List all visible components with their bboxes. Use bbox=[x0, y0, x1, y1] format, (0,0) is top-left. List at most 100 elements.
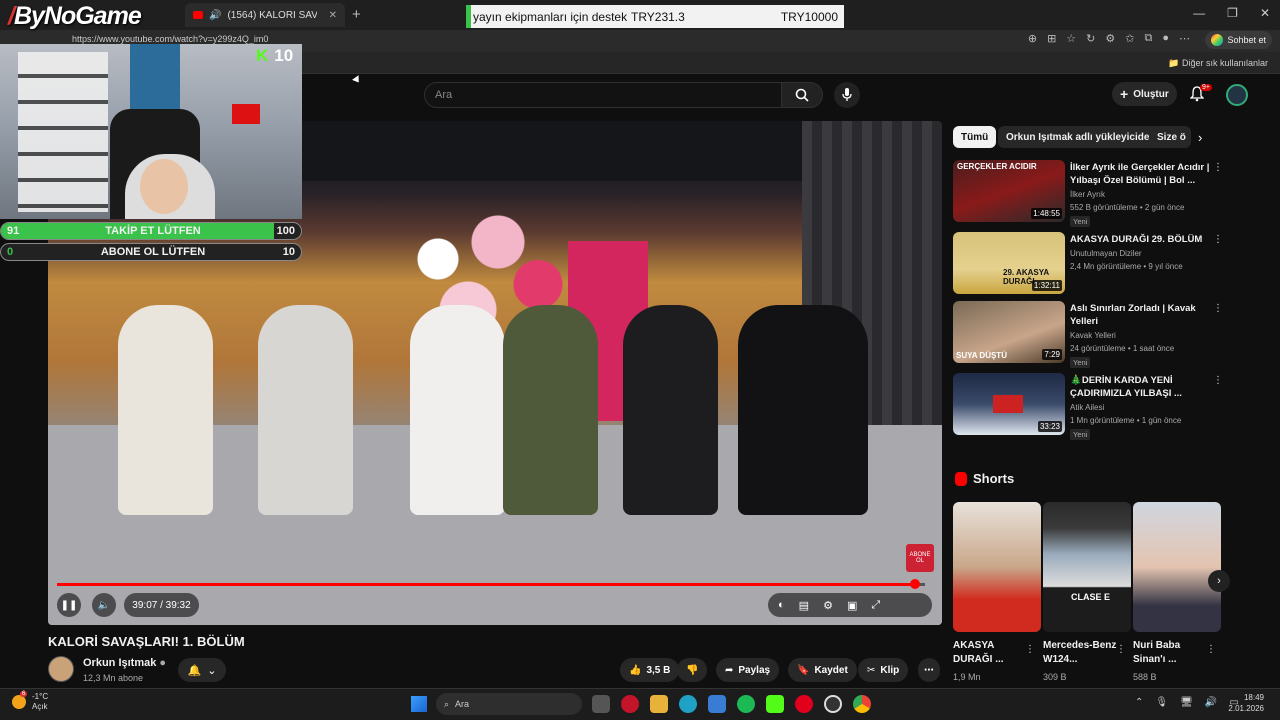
more-vert-icon[interactable]: ⋮ bbox=[1116, 644, 1126, 655]
translate-icon[interactable]: ⊕ bbox=[1028, 32, 1037, 45]
more-vert-icon[interactable]: ⋮ bbox=[1213, 375, 1223, 386]
save-button[interactable]: 🔖 Kaydet bbox=[788, 658, 857, 682]
windows-start-button[interactable] bbox=[411, 696, 427, 712]
minimize-icon[interactable]: — bbox=[1193, 6, 1205, 20]
extensions-icon[interactable]: ⚙ bbox=[1105, 32, 1115, 45]
chip-from-uploader[interactable]: Orkun Işıtmak adlı yükleyiciden bbox=[998, 126, 1164, 148]
new-tab-button[interactable]: + bbox=[352, 6, 361, 23]
more-vert-icon[interactable]: ⋮ bbox=[1213, 303, 1223, 314]
subscription-bell-button[interactable]: 🔔 ⌄ bbox=[178, 658, 226, 682]
search-button[interactable] bbox=[781, 82, 823, 108]
bynogame-logo: /ByNoGame bbox=[8, 2, 142, 31]
kick-app-icon[interactable] bbox=[766, 695, 784, 713]
edge-icon[interactable] bbox=[679, 695, 697, 713]
favorites-icon[interactable]: ✩ bbox=[1125, 32, 1134, 45]
duration-badge: 1:48:55 bbox=[1031, 208, 1062, 219]
more-vert-icon[interactable]: ⋮ bbox=[1213, 234, 1223, 245]
shorts-logo-icon bbox=[955, 471, 967, 486]
short-title[interactable]: Nuri Baba Sinan'ı ... bbox=[1133, 639, 1213, 667]
clip-button[interactable]: ✂ Klip bbox=[858, 658, 909, 682]
miniplayer-icon[interactable]: ▣ bbox=[847, 599, 857, 612]
short-thumbnail[interactable] bbox=[953, 502, 1041, 632]
spotify-icon[interactable] bbox=[737, 695, 755, 713]
video-thumbnail[interactable]: 29. AKASYA DURAĞI 1:32:11 bbox=[953, 232, 1065, 294]
volume-icon[interactable]: 🔊 bbox=[1205, 697, 1217, 708]
subscribe-watermark[interactable]: ABONE OL bbox=[906, 544, 934, 572]
chip-all[interactable]: Tümü bbox=[953, 126, 997, 148]
share-button[interactable]: ➦ Paylaş bbox=[716, 658, 780, 682]
volume-button[interactable]: 🔈 bbox=[92, 593, 116, 617]
url-field[interactable]: https://www.youtube.com/watch?v=y299z4Q_… bbox=[72, 34, 268, 44]
more-actions-button[interactable]: ⋯ bbox=[918, 658, 940, 682]
settings-gear-icon[interactable]: ⚙ bbox=[823, 599, 833, 612]
like-button[interactable]: 👍 3,5 B bbox=[620, 658, 680, 682]
bell-icon: 🔔 bbox=[187, 664, 202, 677]
notification-badge: 9+ bbox=[1200, 84, 1212, 91]
maximize-icon[interactable]: ❐ bbox=[1227, 6, 1238, 20]
recommendation-meta: 552 B görüntüleme • 2 gün önce bbox=[1070, 203, 1185, 212]
more-icon[interactable]: ⋯ bbox=[1179, 32, 1190, 45]
short-thumbnail[interactable]: CLASE E bbox=[1043, 502, 1131, 632]
microphone-icon[interactable]: 🎙 bbox=[1155, 697, 1168, 708]
create-button[interactable]: + Oluştur bbox=[1112, 82, 1177, 106]
recommendation-item[interactable]: SUYA DÜŞTÜ 7:29 Aslı Sınırları Zorladı |… bbox=[953, 301, 1223, 368]
channel-avatar[interactable] bbox=[48, 656, 74, 682]
taskbar-search[interactable]: ⌕ Ara bbox=[436, 693, 582, 715]
collections-icon[interactable]: ⧉ bbox=[1144, 32, 1152, 45]
file-explorer-icon[interactable] bbox=[650, 695, 668, 713]
recommendation-item[interactable]: 29. AKASYA DURAĞI 1:32:11 AKASYA DURAĞI … bbox=[953, 232, 1223, 294]
player-right-controls: ◐ ▤ ⚙ ▣ ⤢ bbox=[768, 593, 932, 617]
close-tab-icon[interactable]: ✕ bbox=[329, 10, 337, 21]
more-vert-icon[interactable]: ⋮ bbox=[1025, 644, 1035, 655]
video-thumbnail[interactable]: 33:23 bbox=[953, 373, 1065, 435]
store-icon[interactable] bbox=[708, 695, 726, 713]
browser-tab-active[interactable]: 🔊 (1564) KALORİ SAVAŞLARI! 1... ✕ bbox=[185, 3, 345, 27]
close-window-icon[interactable]: ✕ bbox=[1260, 6, 1270, 20]
weather-widget[interactable]: 6 -1°C Açık bbox=[12, 691, 48, 712]
short-title[interactable]: AKASYA DURAĞI ... bbox=[953, 639, 1033, 667]
short-title[interactable]: Mercedes-Benz W124... bbox=[1043, 639, 1123, 667]
search-icon bbox=[795, 88, 809, 102]
more-vert-icon[interactable]: ⋮ bbox=[1206, 644, 1216, 655]
channel-name[interactable]: Orkun Işıtmak ● bbox=[83, 657, 166, 669]
copilot-chat-button[interactable]: Sohbet et bbox=[1205, 31, 1272, 49]
shorts-next-button[interactable]: › bbox=[1208, 570, 1230, 592]
refresh-icon[interactable]: ↻ bbox=[1086, 32, 1095, 45]
autoplay-toggle-icon[interactable]: ◐ bbox=[778, 599, 785, 611]
chevron-up-icon[interactable]: ⌃ bbox=[1135, 697, 1143, 708]
dislike-button[interactable]: 👎 bbox=[677, 658, 708, 682]
chrome-icon[interactable] bbox=[853, 695, 871, 713]
task-view-icon[interactable] bbox=[592, 695, 610, 713]
recommendation-item[interactable]: 33:23 🎄DERİN KARDA YENİ ÇADIRIMIZLA YILB… bbox=[953, 373, 1223, 440]
star-icon[interactable]: ☆ bbox=[1066, 32, 1076, 45]
subscribe-goal-bar: 0 ABONE OL LÜTFEN 10 bbox=[0, 243, 302, 261]
grid-icon[interactable]: ⊞ bbox=[1047, 32, 1056, 45]
recommendation-item[interactable]: GERÇEKLER ACIDIR 1:48:55 İlker Ayrık ile… bbox=[953, 160, 1223, 227]
profile-icon[interactable]: ● bbox=[1162, 32, 1169, 45]
obs-icon[interactable] bbox=[824, 695, 842, 713]
chip-for-you[interactable]: Size ö bbox=[1149, 126, 1191, 148]
kick-viewers: 10 bbox=[274, 46, 294, 65]
taskbar-clock[interactable]: 18:49 2.01.2026 bbox=[1228, 692, 1264, 714]
search-input[interactable]: Ara bbox=[424, 82, 782, 108]
pause-button[interactable]: ❚❚ bbox=[57, 593, 81, 617]
video-thumbnail[interactable]: GERÇEKLER ACIDIR 1:48:55 bbox=[953, 160, 1065, 222]
taskbar-search-placeholder: Ara bbox=[455, 699, 470, 709]
fullscreen-icon[interactable]: ⤢ bbox=[871, 599, 880, 612]
other-bookmarks[interactable]: 📁 Diğer sık kullanılanlar bbox=[1168, 58, 1268, 69]
opera-gx-icon[interactable] bbox=[621, 695, 639, 713]
account-avatar[interactable] bbox=[1226, 84, 1248, 106]
video-person bbox=[738, 305, 868, 515]
speaker-icon[interactable]: 🔊 bbox=[209, 10, 221, 21]
chevron-right-icon[interactable]: › bbox=[1198, 130, 1202, 145]
more-vert-icon[interactable]: ⋮ bbox=[1213, 162, 1223, 173]
network-icon[interactable]: 🖥 bbox=[1180, 697, 1193, 708]
progress-scrubber[interactable] bbox=[910, 579, 920, 589]
video-thumbnail[interactable]: SUYA DÜŞTÜ 7:29 bbox=[953, 301, 1065, 363]
voice-search-button[interactable] bbox=[834, 82, 860, 108]
short-thumbnail[interactable] bbox=[1133, 502, 1221, 632]
opera-icon[interactable] bbox=[795, 695, 813, 713]
subtitles-icon[interactable]: ▤ bbox=[799, 599, 809, 612]
logo-text: ByNoGame bbox=[13, 2, 142, 30]
channel-subscribers: 12,3 Mn abone bbox=[83, 673, 144, 683]
